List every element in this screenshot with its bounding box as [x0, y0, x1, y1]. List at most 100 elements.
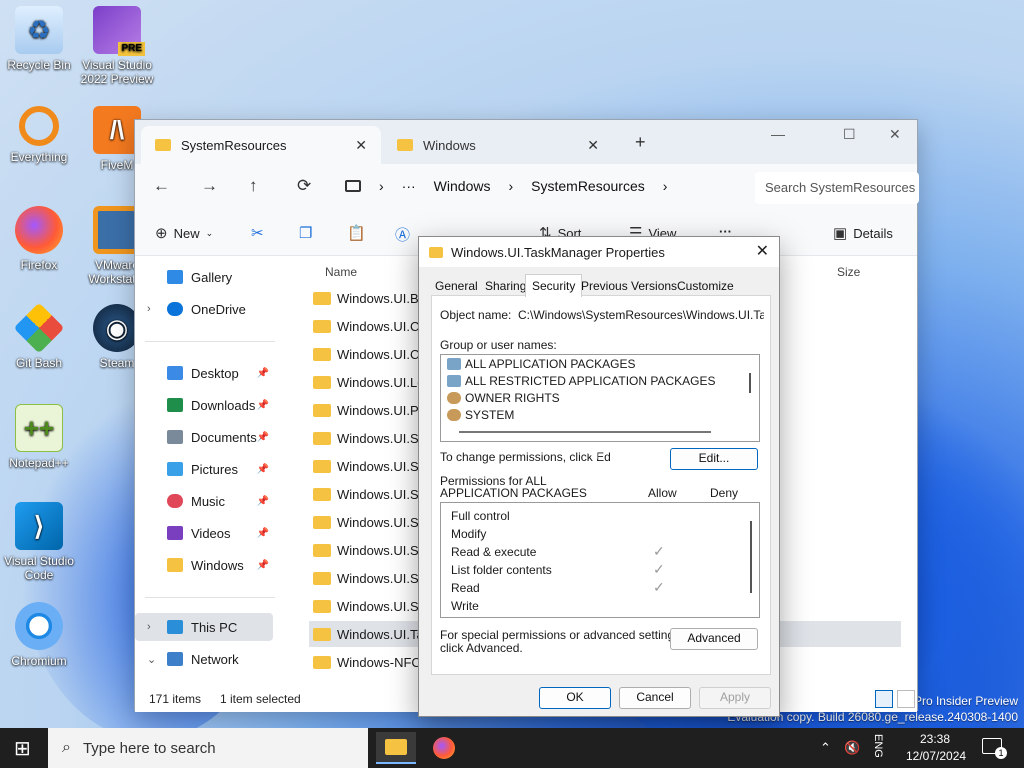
nav-item-videos[interactable]: Videos 📌	[135, 519, 273, 547]
list-item[interactable]: ALL APPLICATION PACKAGES	[447, 357, 636, 371]
nav-item-desktop[interactable]: Desktop 📌	[135, 359, 273, 387]
pin-icon: 📌	[256, 399, 269, 411]
desktop-icon-firefox[interactable]: Firefox	[0, 206, 78, 272]
edit-button[interactable]: Edit...	[670, 448, 758, 470]
taskbar-search-box[interactable]: ⌕ Type here to search	[48, 728, 368, 768]
taskbar-firefox[interactable]	[424, 732, 464, 764]
video-icon	[167, 526, 183, 540]
permissions-for-label: APPLICATION PACKAGES	[440, 486, 587, 500]
chevron-right-icon[interactable]: ›	[508, 178, 513, 194]
security-tab-panel: Object name: C:\Windows\SystemResources\…	[431, 295, 771, 675]
column-header-name[interactable]: Name	[325, 265, 357, 279]
desktop-icon-everything[interactable]: Everything	[0, 106, 78, 164]
new-tab-button[interactable]: +	[635, 132, 646, 153]
notification-icon[interactable]: 1	[982, 738, 1007, 759]
folder-icon	[313, 543, 331, 557]
breadcrumb-more[interactable]: ···	[402, 178, 416, 194]
new-label: New	[173, 225, 200, 241]
group-names-list[interactable]: ALL APPLICATION PACKAGES ALL RESTRICTED …	[440, 354, 760, 442]
breadcrumb[interactable]: › ··· Windows › SystemResources ›	[345, 178, 667, 194]
list-item[interactable]: ALL RESTRICTED APPLICATION PACKAGES	[447, 374, 716, 388]
desktop-icon-notepad-plus-plus[interactable]: ++ Notepad++	[0, 404, 78, 470]
list-item[interactable]: SYSTEM	[447, 408, 514, 422]
nav-item-music[interactable]: Music 📌	[135, 487, 273, 515]
tiles-view-icon[interactable]	[897, 690, 915, 708]
vertical-scrollbar[interactable]	[749, 373, 751, 393]
permissions-list[interactable]: Full control Modify Read & execute ✓ List fo…	[440, 502, 760, 618]
cut-icon[interactable]: ✂	[251, 224, 264, 242]
chevron-right-icon[interactable]: ›	[379, 178, 384, 194]
new-button[interactable]: ⊕ New ⌄	[155, 224, 213, 242]
tab-previous-versions[interactable]: Previous Versions	[577, 277, 681, 295]
advanced-button[interactable]: Advanced	[670, 628, 758, 650]
refresh-icon[interactable]: ⟳	[297, 176, 311, 196]
nav-item-downloads[interactable]: Downloads 📌	[135, 391, 273, 419]
chevron-right-icon[interactable]: ›	[663, 178, 668, 194]
clock-date[interactable]: 12/07/2024	[906, 749, 966, 763]
forward-arrow-icon[interactable]: →	[201, 176, 218, 196]
visual-studio-icon: PRE	[93, 6, 145, 56]
navigation-pane: Gallery › OneDrive Desktop 📌 Downloads 📌…	[135, 257, 287, 687]
language-indicator[interactable]: ENG	[872, 734, 884, 758]
nav-item-windows[interactable]: Windows 📌	[135, 551, 273, 579]
chevron-right-icon[interactable]: ›	[147, 621, 151, 633]
close-tab-icon[interactable]: ✕	[355, 137, 367, 154]
details-button[interactable]: ▣ Details	[833, 224, 893, 242]
chevron-right-icon[interactable]: ›	[147, 303, 151, 315]
download-icon	[167, 398, 183, 412]
close-window-button[interactable]: ✕	[889, 126, 901, 143]
desktop-icon-chromium[interactable]: Chromium	[0, 602, 78, 668]
horizontal-scrollbar[interactable]	[459, 431, 711, 433]
nav-item-pictures[interactable]: Pictures 📌	[135, 455, 273, 483]
rename-icon[interactable]: Ⓐ	[395, 224, 410, 245]
tab-windows[interactable]: Windows ✕	[383, 126, 613, 164]
desktop-icon-vscode[interactable]: ⟩ Visual Studio Code	[0, 502, 78, 582]
breadcrumb-item-windows[interactable]: Windows	[434, 178, 491, 194]
chevron-up-icon[interactable]: ⌃	[820, 740, 831, 756]
cancel-button[interactable]: Cancel	[619, 687, 691, 709]
apply-button[interactable]: Apply	[699, 687, 771, 709]
desktop-icon-visual-studio[interactable]: PRE Visual Studio 2022 Preview	[78, 6, 156, 86]
search-input[interactable]: Search SystemResources	[755, 172, 919, 204]
divider	[145, 597, 275, 598]
nav-item-onedrive[interactable]: › OneDrive	[135, 295, 273, 323]
breadcrumb-item-systemresources[interactable]: SystemResources	[531, 178, 645, 194]
nav-item-documents[interactable]: Documents 📌	[135, 423, 273, 451]
ok-button[interactable]: OK	[539, 687, 611, 709]
permission-row: Modify	[451, 527, 741, 543]
close-tab-icon[interactable]: ✕	[587, 137, 599, 154]
maximize-button[interactable]: ☐	[843, 126, 856, 143]
folder-icon	[313, 347, 331, 361]
vertical-scrollbar[interactable]	[750, 521, 752, 593]
nav-item-label: Desktop	[191, 365, 239, 381]
column-header-size[interactable]: Size	[837, 265, 860, 279]
paste-icon[interactable]: 📋	[347, 224, 366, 242]
details-view-icon[interactable]	[875, 690, 893, 708]
close-dialog-button[interactable]: ✕	[756, 241, 769, 261]
taskbar-file-explorer[interactable]	[376, 732, 416, 764]
speaker-muted-icon[interactable]: 🔇	[844, 740, 860, 756]
up-arrow-icon[interactable]: ↑	[249, 176, 258, 196]
tab-sharing[interactable]: Sharing	[481, 277, 530, 295]
nav-item-gallery[interactable]: Gallery	[135, 263, 273, 291]
chevron-down-icon[interactable]: ⌄	[147, 653, 156, 666]
minimize-button[interactable]: —	[771, 126, 785, 142]
tab-label: Windows	[423, 137, 476, 153]
tab-general[interactable]: General	[431, 277, 482, 295]
permission-row: Read ✓	[451, 579, 741, 597]
tab-customize[interactable]: Customize	[673, 277, 738, 295]
list-item[interactable]: OWNER RIGHTS	[447, 391, 560, 405]
desktop-icon-git-bash[interactable]: Git Bash	[0, 302, 78, 370]
copy-icon[interactable]: ❐	[299, 224, 312, 242]
tab-systemresources[interactable]: SystemResources ✕	[141, 126, 381, 164]
clock-time[interactable]: 23:38	[920, 732, 950, 746]
nav-item-network[interactable]: ⌄ Network	[135, 645, 273, 673]
nav-item-this-pc[interactable]: › This PC	[135, 613, 273, 641]
back-arrow-icon[interactable]: ←	[153, 176, 170, 196]
start-button[interactable]: ⊞	[14, 736, 31, 761]
folder-icon	[313, 571, 331, 585]
gallery-icon	[167, 270, 183, 284]
tab-security[interactable]: Security	[525, 274, 583, 297]
permission-name: Modify	[451, 527, 487, 541]
desktop-icon-recycle-bin[interactable]: ♻ Recycle Bin	[0, 6, 78, 72]
